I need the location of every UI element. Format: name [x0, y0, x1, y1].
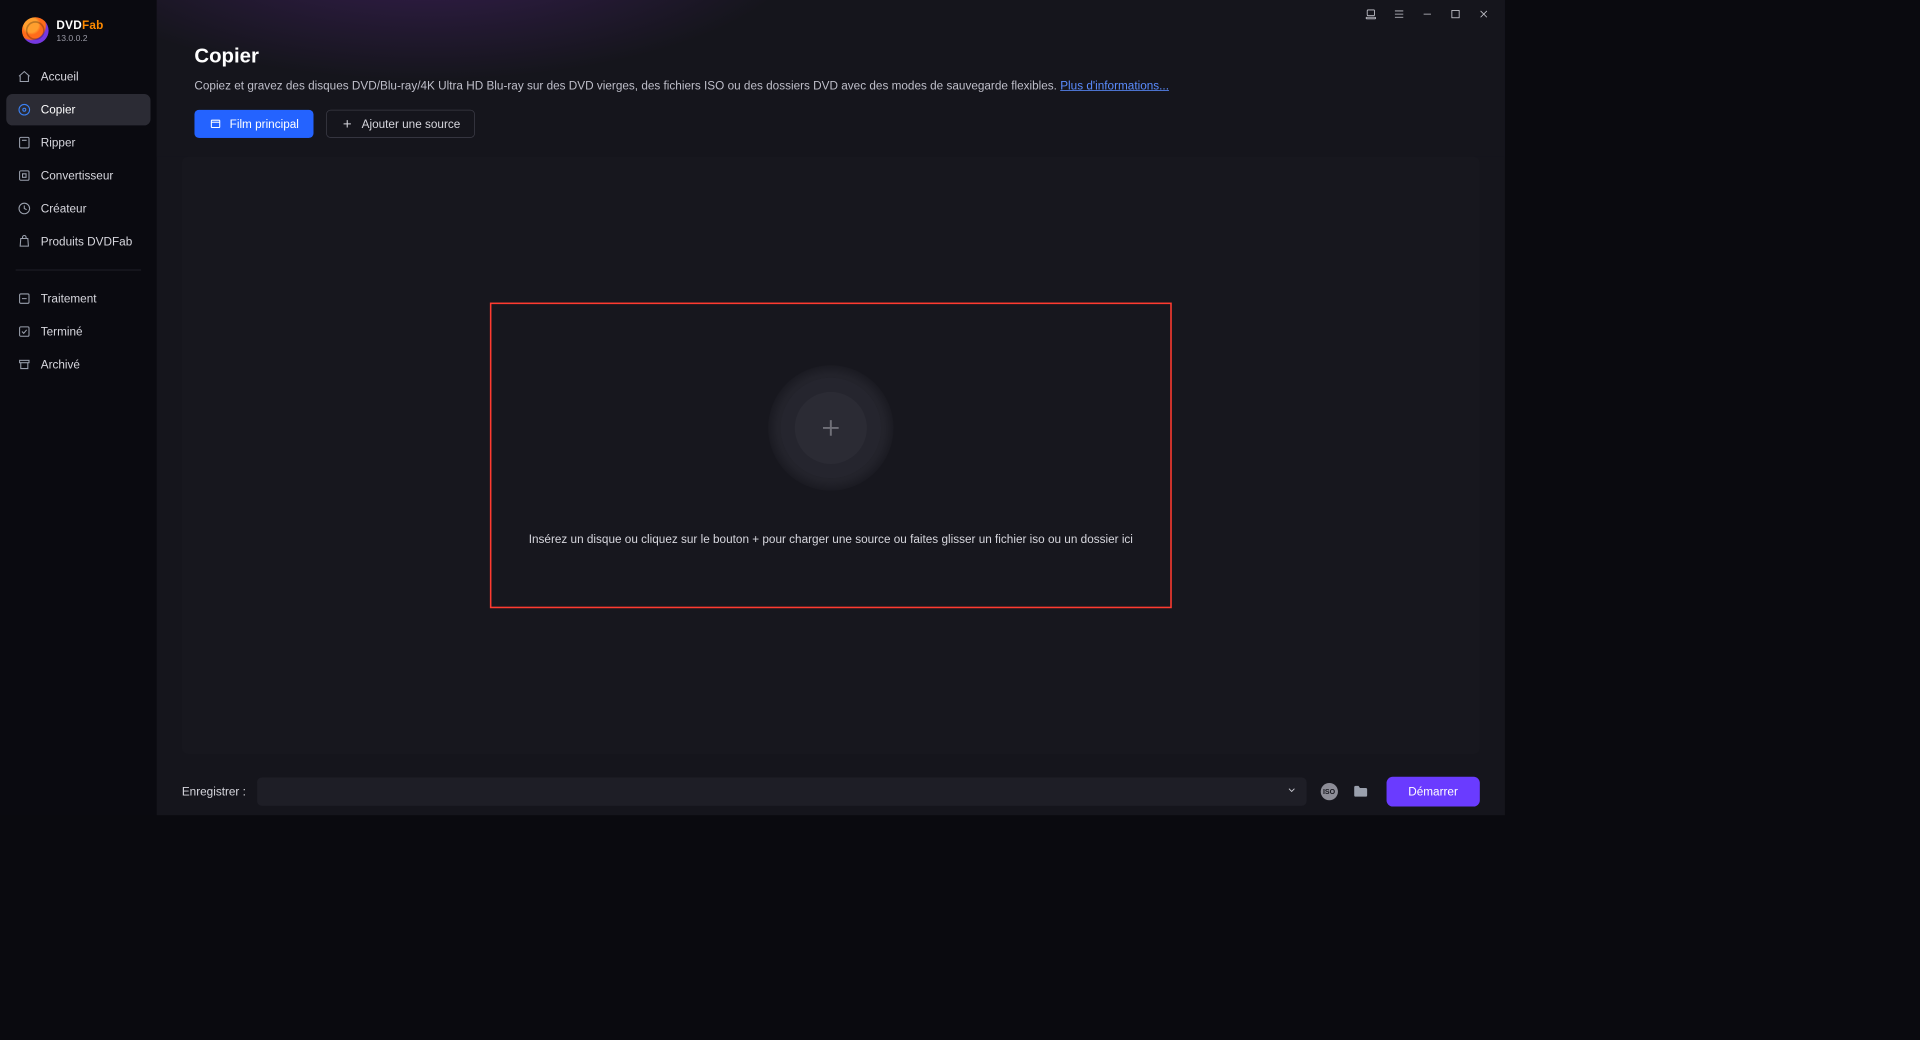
clock-icon [17, 292, 31, 306]
start-label: Démarrer [1408, 785, 1458, 798]
sidebar-item-label: Archivé [41, 358, 80, 371]
sidebar-item-label: Produits DVDFab [41, 235, 132, 248]
footer-output-icons: ISO [1320, 783, 1369, 800]
footer-bar: Enregistrer : ISO Démarrer [157, 768, 1505, 815]
minimize-icon[interactable] [1420, 7, 1434, 21]
toolbar: Film principal Ajouter une source [194, 110, 1467, 157]
bag-icon [17, 234, 31, 248]
rip-icon [17, 136, 31, 150]
sidebar-item-products[interactable]: Produits DVDFab [6, 226, 150, 257]
archive-icon [17, 357, 31, 371]
sidebar-item-label: Traitement [41, 292, 97, 305]
sidebar-item-label: Créateur [41, 202, 87, 215]
plus-icon [819, 416, 843, 440]
plus-icon [341, 118, 354, 131]
sidebar-item-label: Terminé [41, 325, 83, 338]
logo-icon [22, 17, 49, 44]
sidebar-item-label: Ripper [41, 136, 76, 149]
iso-output-button[interactable]: ISO [1320, 783, 1337, 800]
app-logo: DVDFab 13.0.0.2 [0, 11, 157, 61]
page-title: Copier [194, 44, 1467, 68]
sidebar-item-archived[interactable]: Archivé [6, 349, 150, 380]
movie-icon [209, 118, 222, 131]
add-circle-halo [768, 365, 893, 490]
save-to-label: Enregistrer : [182, 785, 246, 798]
main-panel: Copier Copiez et gravez des disques DVD/… [157, 0, 1505, 815]
sidebar-item-done[interactable]: Terminé [6, 316, 150, 347]
window-controls [1350, 0, 1505, 28]
page-header: Copier Copiez et gravez des disques DVD/… [157, 0, 1505, 157]
create-icon [17, 201, 31, 215]
app-version: 13.0.0.2 [56, 33, 103, 42]
sidebar: DVDFab 13.0.0.2 Accueil Copier Ripper Co… [0, 0, 157, 815]
check-icon [17, 324, 31, 338]
sidebar-item-copy[interactable]: Copier [6, 94, 150, 125]
folder-icon [1352, 783, 1369, 800]
hamburger-icon[interactable] [1392, 7, 1406, 21]
add-source-label: Ajouter une source [362, 117, 461, 130]
sidebar-item-creator[interactable]: Créateur [6, 193, 150, 224]
sidebar-item-label: Convertisseur [41, 169, 114, 182]
save-path-dropdown[interactable] [257, 778, 1306, 806]
folder-output-button[interactable] [1352, 783, 1369, 800]
sidebar-item-ripper[interactable]: Ripper [6, 127, 150, 158]
dropzone-text: Insérez un disque ou cliquez sur le bout… [529, 533, 1133, 546]
page-description: Copiez et gravez des disques DVD/Blu-ray… [194, 79, 1467, 92]
add-source-circle[interactable] [795, 392, 867, 464]
brand-name: DVDFab [56, 18, 103, 31]
main-movie-button[interactable]: Film principal [194, 110, 313, 138]
close-icon[interactable] [1477, 7, 1491, 21]
sidebar-item-home[interactable]: Accueil [6, 61, 150, 92]
main-movie-label: Film principal [230, 117, 299, 130]
add-source-button[interactable]: Ajouter une source [326, 110, 475, 138]
maximize-icon[interactable] [1448, 7, 1462, 21]
sidebar-separator [16, 270, 141, 271]
home-icon [17, 70, 31, 84]
sidebar-item-converter[interactable]: Convertisseur [6, 160, 150, 191]
sidebar-item-label: Accueil [41, 70, 79, 83]
convert-icon [17, 169, 31, 183]
content-area: Insérez un disque ou cliquez sur le bout… [182, 157, 1480, 754]
sidebar-item-label: Copier [41, 103, 76, 116]
chevron-down-icon [1286, 784, 1297, 799]
app-switcher-icon[interactable] [1364, 7, 1378, 21]
sidebar-item-processing[interactable]: Traitement [6, 283, 150, 314]
more-info-link[interactable]: Plus d'informations... [1060, 79, 1169, 92]
start-button[interactable]: Démarrer [1386, 777, 1480, 807]
iso-icon: ISO [1320, 783, 1337, 800]
disc-icon [17, 103, 31, 117]
dropzone[interactable]: Insérez un disque ou cliquez sur le bout… [490, 303, 1172, 609]
